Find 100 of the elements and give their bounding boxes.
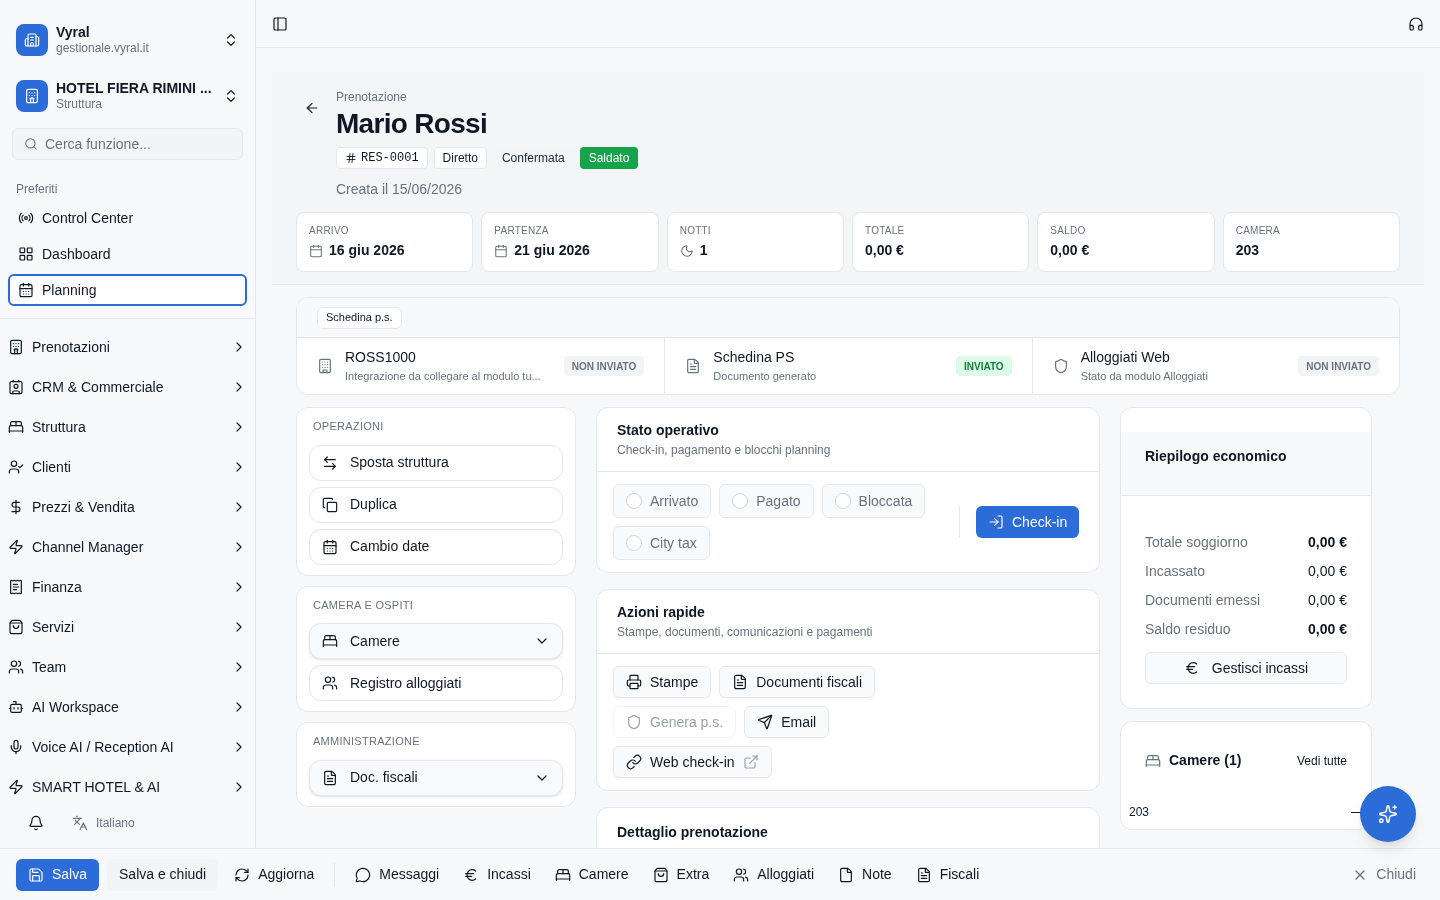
toolbar-button[interactable]: Fiscali: [907, 858, 988, 891]
dashboard-icon: [18, 246, 34, 262]
tag: Diretto: [433, 147, 487, 169]
sidebar-item[interactable]: Control Center: [8, 202, 247, 234]
summary-value: 0,00 €: [1308, 591, 1347, 610]
quick-action-button[interactable]: Email: [744, 706, 830, 738]
card-title: Stato operativo: [617, 421, 720, 440]
stat-label: TOTALE: [865, 224, 906, 238]
toolbar-button[interactable]: Camere: [546, 858, 637, 891]
tag: RES-0001: [336, 147, 428, 169]
stat-label: NOTTI: [679, 224, 712, 238]
manage-payments-button[interactable]: Gestisci incassi: [1145, 652, 1347, 684]
search-field[interactable]: Cerca funzione...: [12, 128, 243, 160]
contact-icon: [8, 379, 24, 395]
status-toggle[interactable]: City tax: [613, 526, 710, 560]
stat-label: CAMERA: [1235, 224, 1281, 238]
status-toggle[interactable]: Pagato: [719, 484, 814, 518]
section-label: Preferiti: [15, 181, 59, 198]
sidebar-item[interactable]: Finanza: [0, 567, 255, 607]
sidebar-item[interactable]: Dashboard: [8, 238, 247, 270]
check-in-button[interactable]: Check-in: [976, 506, 1080, 538]
stat-label: SALDO: [1050, 224, 1087, 238]
quick-action-button[interactable]: Documenti fiscali: [719, 666, 876, 698]
toolbar-button[interactable]: Extra: [644, 858, 718, 891]
summary-label: Totale soggiorno: [1145, 533, 1248, 552]
toolbar-button[interactable]: Alloggiati: [725, 858, 823, 891]
action-button[interactable]: Duplica: [309, 486, 563, 523]
stat-value: 203: [1235, 241, 1259, 260]
property-switcher[interactable]: HOTEL FIERA RIMINI ... Struttura: [0, 64, 255, 120]
integration-subtitle: Stato da modulo Alloggiati: [1080, 369, 1209, 385]
shield-icon: [1052, 358, 1069, 374]
sidebar-item[interactable]: CRM & Commerciale: [0, 367, 255, 407]
save-close-button[interactable]: Salva e chiudi: [107, 858, 219, 891]
robot-icon: [8, 699, 24, 715]
save-button[interactable]: Salva: [16, 858, 100, 891]
status-toggle[interactable]: Arrivato: [613, 484, 712, 518]
integration-subtitle: Documento generato: [713, 369, 818, 385]
integration-subtitle: Integrazione da collegare al modulo tu...: [345, 369, 542, 385]
integration-title: ROSS1000: [345, 348, 417, 368]
panel-icon: [272, 15, 288, 32]
send-icon: [757, 714, 774, 730]
quick-action-button[interactable]: Stampe: [613, 666, 712, 698]
sidebar-item[interactable]: AI Workspace: [0, 687, 255, 727]
stat-label: ARRIVO: [309, 224, 350, 238]
status-toggle[interactable]: Bloccata: [821, 484, 926, 518]
toolbar-button[interactable]: Aggiorna: [226, 858, 323, 891]
org-domain: gestionale.vyral.it: [56, 41, 150, 57]
quick-action-button[interactable]: Web check-in: [613, 746, 772, 778]
summary-label: Documenti emessi: [1145, 591, 1261, 610]
org-switcher[interactable]: Vyral gestionale.vyral.it: [0, 0, 255, 64]
lightning-icon: [8, 539, 24, 555]
see-all-link[interactable]: Vedi tutte: [1296, 751, 1347, 770]
hash-icon: [345, 152, 357, 164]
sidebar-item[interactable]: Struttura: [0, 407, 255, 447]
action-button[interactable]: Cambio date: [309, 528, 563, 565]
toolbar-button[interactable]: Note: [830, 858, 900, 891]
sidebar-item[interactable]: SMART HOTEL & AI: [0, 767, 255, 807]
stat-value: 21 giu 2026: [514, 241, 590, 260]
calendar-icon: [18, 282, 34, 298]
status-badge: NON INVIATO: [563, 356, 645, 376]
sidebar-item[interactable]: Clienti: [0, 447, 255, 487]
sidebar-item[interactable]: Team: [0, 647, 255, 687]
toolbar-button[interactable]: Messaggi: [347, 858, 448, 891]
assistant-button[interactable]: [1360, 786, 1416, 842]
dropdown[interactable]: Camere: [309, 623, 563, 659]
stat-value: 1: [699, 241, 708, 260]
sidebar-item[interactable]: Servizi: [0, 607, 255, 647]
copy-icon: [322, 496, 338, 513]
card-title: Azioni rapide: [617, 603, 706, 622]
toolbar-button[interactable]: Incassi: [455, 858, 539, 891]
action-button[interactable]: Registro alloggiati: [309, 665, 563, 701]
link-icon: [626, 754, 642, 770]
stat-value: 0,00 €: [1050, 241, 1090, 260]
microphone-icon: [8, 739, 24, 755]
status-badge: NON INVIATO: [1298, 356, 1379, 376]
section-title: AMMINISTRAZIONE: [312, 734, 421, 749]
bed-icon: [554, 866, 571, 883]
close-button[interactable]: Chiudi: [1344, 858, 1424, 891]
moon-icon: [679, 243, 694, 258]
dropdown[interactable]: Doc. fiscali: [309, 759, 563, 796]
language-button[interactable]: Italiano: [72, 814, 135, 832]
euro-icon: [1183, 660, 1200, 676]
sidebar-item[interactable]: Planning: [8, 274, 247, 306]
room-number: 203: [1129, 804, 1150, 821]
sidebar-item[interactable]: Prezzi & Vendita: [0, 487, 255, 527]
org-name: Vyral: [56, 23, 91, 42]
action-button[interactable]: Sposta struttura: [309, 444, 563, 481]
section-title: CAMERA E OSPITI: [312, 597, 415, 613]
refresh-icon: [234, 866, 251, 883]
dollar-icon: [8, 499, 24, 515]
sidebar-item[interactable]: Prenotazioni: [0, 327, 255, 367]
sidebar-item[interactable]: Voice AI / Reception AI: [0, 727, 255, 767]
sidebar-toggle[interactable]: [272, 15, 288, 32]
building-icon: [24, 32, 40, 48]
sidebar-item[interactable]: Channel Manager: [0, 527, 255, 567]
external-link-icon: [742, 754, 759, 770]
tab[interactable]: Schedina p.s.: [317, 306, 402, 329]
summary-value: 0,00 €: [1308, 533, 1347, 552]
search-icon: [24, 137, 38, 151]
support-button[interactable]: [1408, 15, 1424, 32]
